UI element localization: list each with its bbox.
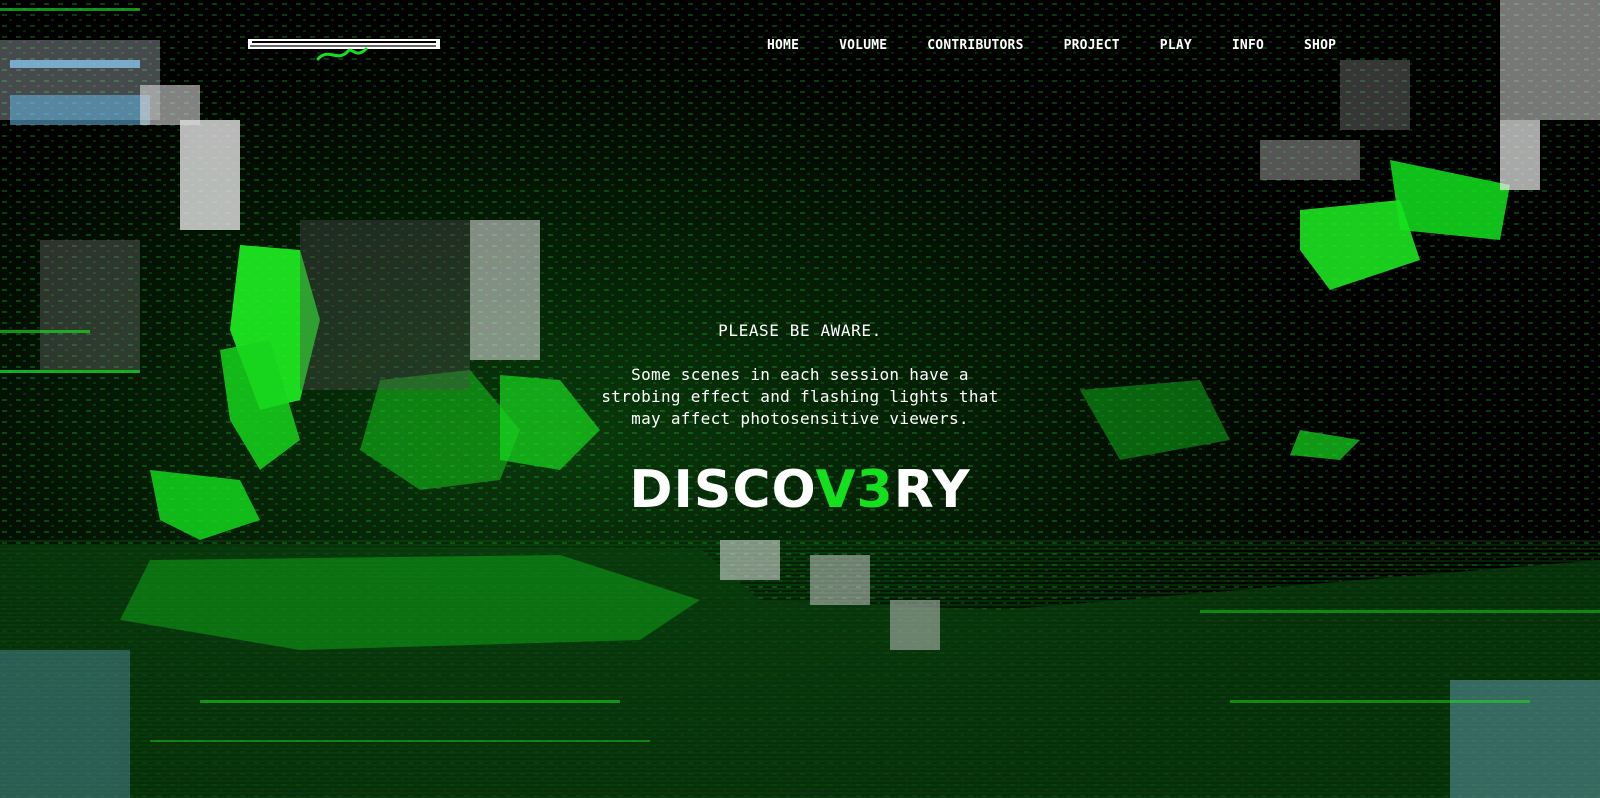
nav-play[interactable]: PLAY xyxy=(1160,38,1192,54)
title-part: DISC xyxy=(629,460,772,520)
warning-line: strobing effect and flashing lights that xyxy=(601,387,999,406)
warning-line: may affect photosensitive viewers. xyxy=(631,409,969,428)
nav-shop[interactable]: SHOP xyxy=(1304,38,1336,54)
page: HOME VOLUME CONTRIBUTORS PROJECT PLAY IN… xyxy=(0,0,1600,798)
nav-home[interactable]: HOME xyxy=(767,38,799,54)
nav-project[interactable]: PROJECT xyxy=(1064,38,1120,54)
nav-info[interactable]: INFO xyxy=(1232,38,1264,54)
title-part: RY xyxy=(893,460,971,520)
nav-volume[interactable]: VOLUME xyxy=(839,38,887,54)
main-nav: HOME VOLUME CONTRIBUTORS PROJECT PLAY IN… xyxy=(767,38,1336,54)
warning-line: Some scenes in each session have a xyxy=(631,365,969,384)
title-part: O xyxy=(771,460,816,520)
warning-message: Some scenes in each session have a strob… xyxy=(500,364,1100,430)
warning-title: PLEASE BE AWARE. xyxy=(718,321,882,340)
nav-contributors[interactable]: CONTRIBUTORS xyxy=(927,38,1023,54)
discovery-title[interactable]: DISCOV3RY xyxy=(500,460,1100,520)
title-accent: V3 xyxy=(815,460,894,520)
extended-logo-icon[interactable] xyxy=(248,33,440,63)
